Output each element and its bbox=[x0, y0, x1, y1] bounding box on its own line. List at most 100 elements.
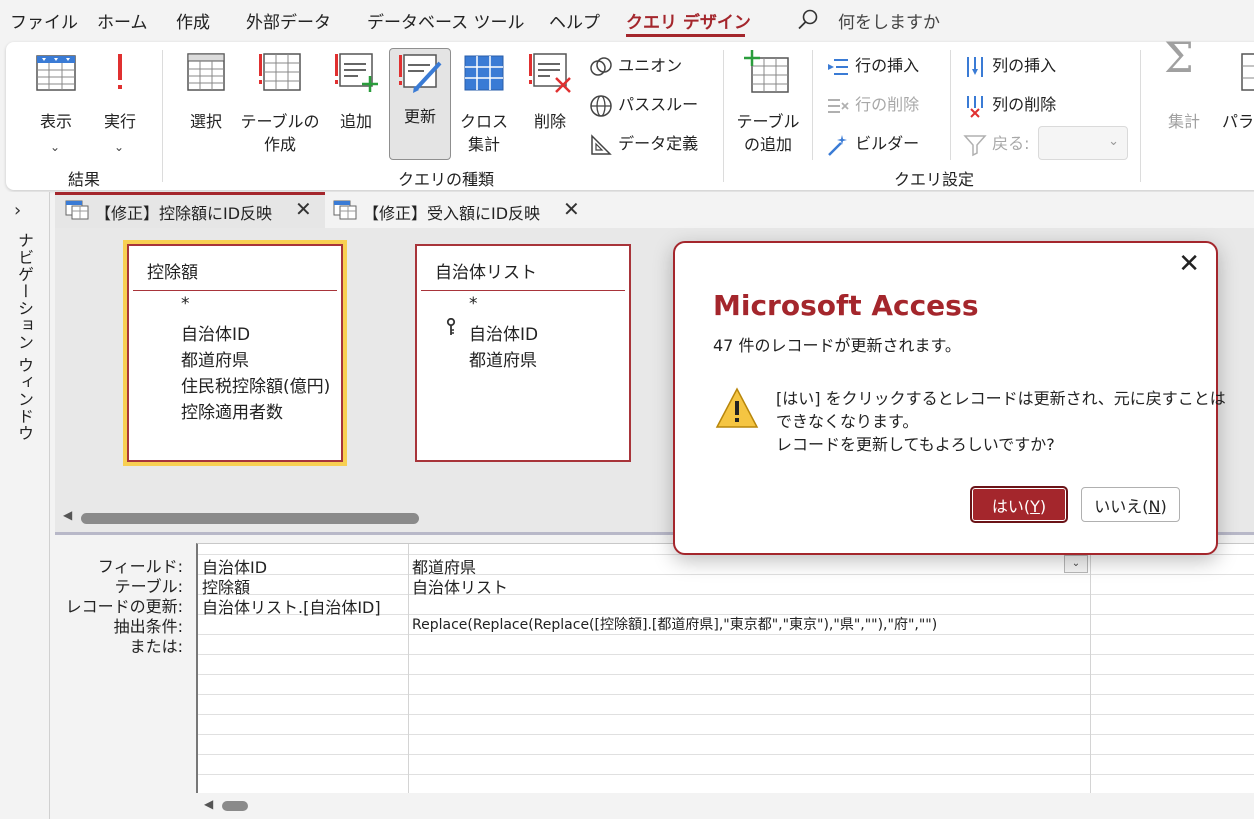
crosstab-button[interactable]: クロス 集計 bbox=[456, 50, 512, 154]
no-access-key: N bbox=[1148, 496, 1161, 516]
dialog-message-line: [はい] をクリックするとレコードは更新され、元に戻すことは bbox=[776, 389, 1226, 408]
sigma-icon: Σ bbox=[1164, 33, 1194, 82]
table-field[interactable]: 都道府県 bbox=[469, 346, 537, 371]
tab-income-query[interactable]: 【修正】受入額にID反映 ✕ bbox=[325, 192, 593, 228]
no-button[interactable]: いいえ(N) bbox=[1081, 487, 1180, 522]
table-field[interactable]: 自治体ID bbox=[181, 320, 250, 345]
row-label-or: または: bbox=[129, 637, 183, 656]
append-label: 追加 bbox=[339, 112, 372, 131]
delete-columns-button[interactable]: 列の削除 bbox=[963, 91, 1056, 118]
insert-columns-label: 列の挿入 bbox=[992, 56, 1057, 75]
crosstab-label-2: 集計 bbox=[467, 135, 500, 154]
table-field[interactable]: * bbox=[469, 294, 478, 314]
grid-cell-criteria[interactable]: Replace(Replace(Replace([控除額].[都道府県],"東京… bbox=[412, 614, 937, 634]
query-type-group-label: クエリの種類 bbox=[398, 170, 495, 189]
grid-line bbox=[198, 694, 1254, 695]
grid-column-divider bbox=[408, 544, 409, 794]
delete-columns-label: 列の削除 bbox=[992, 95, 1057, 114]
view-label: 表示 bbox=[39, 112, 72, 131]
totals-button[interactable]: Σ 集計 bbox=[1158, 37, 1210, 150]
navigation-pane-label[interactable]: ナビゲーション ウィンドウ bbox=[12, 232, 36, 442]
insert-columns-icon bbox=[967, 56, 983, 77]
menu-database-tools[interactable]: データベース ツール bbox=[367, 8, 525, 33]
yes-button-text: はい( bbox=[991, 496, 1031, 516]
search-icon[interactable] bbox=[797, 9, 819, 31]
passthrough-button[interactable]: パススルー bbox=[589, 91, 698, 118]
table-deductions[interactable]: 控除額 * 自治体ID 都道府県 住民税控除額(億円) 控除適用者数 bbox=[127, 244, 343, 462]
group-separator bbox=[950, 50, 951, 160]
insert-rows-label: 行の挿入 bbox=[855, 56, 920, 75]
append-button[interactable]: 追加 bbox=[328, 50, 384, 150]
builder-button[interactable]: ビルダー bbox=[826, 130, 919, 157]
return-label: 戻る: bbox=[992, 134, 1030, 153]
make-table-button[interactable]: テーブルの 作成 bbox=[238, 50, 322, 154]
delete-query-icon bbox=[529, 53, 571, 93]
warning-icon bbox=[715, 387, 759, 428]
add-tables-label-1: テーブル bbox=[736, 112, 800, 131]
delete-rows-label: 行の削除 bbox=[855, 95, 920, 114]
builder-label: ビルダー bbox=[855, 134, 920, 153]
yes-button[interactable]: はい(Y) bbox=[971, 487, 1067, 522]
triangle-ruler-icon bbox=[591, 133, 612, 155]
parameters-icon bbox=[1241, 53, 1254, 91]
table-field[interactable]: 都道府県 bbox=[181, 346, 249, 371]
table-field[interactable]: 控除適用者数 bbox=[181, 398, 283, 423]
table-field[interactable]: 自治体ID bbox=[469, 320, 538, 345]
data-definition-button[interactable]: データ定義 bbox=[589, 130, 698, 157]
menu-query-design[interactable]: クエリ デザイン bbox=[626, 8, 751, 33]
scroll-left-icon[interactable]: ◀ bbox=[63, 508, 72, 522]
yes-button-close-paren: ) bbox=[1039, 496, 1047, 516]
return-label-wrap: 戻る: bbox=[963, 130, 1030, 157]
document-tabs: 【修正】控除額にID反映 ✕ 【修正】受入額にID反映 ✕ bbox=[55, 192, 1254, 228]
menu-create[interactable]: 作成 bbox=[176, 8, 210, 33]
union-button[interactable]: ユニオン bbox=[589, 52, 682, 79]
magic-wand-icon bbox=[828, 134, 847, 156]
group-separator bbox=[723, 50, 724, 182]
update-button[interactable]: 更新 bbox=[389, 48, 451, 160]
chevron-right-icon[interactable]: › bbox=[14, 200, 21, 221]
close-icon[interactable]: ✕ bbox=[295, 197, 312, 221]
insert-columns-button[interactable]: 列の挿入 bbox=[963, 52, 1056, 79]
table-field[interactable]: * bbox=[181, 294, 190, 314]
passthrough-label: パススルー bbox=[618, 95, 699, 114]
dialog-subtitle: 47 件のレコードが更新されます。 bbox=[713, 336, 961, 355]
scrollbar-thumb[interactable] bbox=[222, 801, 248, 811]
delete-rows-icon bbox=[828, 98, 849, 113]
insert-rows-button[interactable]: 行の挿入 bbox=[826, 52, 919, 79]
close-icon[interactable]: ✕ bbox=[563, 197, 580, 221]
exclamation-run-icon bbox=[118, 54, 122, 89]
grid-cell-update-to[interactable]: 自治体リスト.[自治体ID] bbox=[202, 594, 381, 618]
tab-deduction-query[interactable]: 【修正】控除額にID反映 ✕ bbox=[55, 192, 325, 228]
view-button[interactable]: 表示 ⌄ bbox=[28, 50, 84, 154]
update-label: 更新 bbox=[403, 107, 436, 126]
table-field[interactable]: 住民税控除額(億円) bbox=[181, 372, 330, 397]
menu-home[interactable]: ホーム bbox=[97, 8, 148, 33]
query-icon bbox=[65, 200, 89, 220]
primary-key-icon bbox=[446, 318, 456, 335]
scroll-left-icon[interactable]: ◀ bbox=[204, 797, 213, 811]
query-icon bbox=[333, 200, 357, 220]
parameters-button[interactable]: パラメ bbox=[1218, 50, 1254, 150]
delete-query-button[interactable]: 削除 bbox=[522, 50, 578, 150]
results-group-label: 結果 bbox=[68, 170, 101, 189]
grid-horizontal-scrollbar[interactable]: ◀ bbox=[196, 793, 1254, 819]
scrollbar-thumb[interactable] bbox=[81, 513, 419, 524]
tell-me-search[interactable]: 何をしますか bbox=[838, 8, 940, 33]
table-title-divider bbox=[421, 290, 625, 291]
grid-cell-table[interactable]: 自治体リスト bbox=[412, 574, 508, 598]
chevron-down-icon[interactable]: ⌄ bbox=[1064, 555, 1088, 573]
update-query-icon bbox=[399, 54, 442, 93]
close-icon[interactable]: ✕ bbox=[1178, 249, 1200, 279]
table-municipality-list[interactable]: 自治体リスト * 自治体ID 都道府県 bbox=[415, 244, 631, 462]
return-dropdown[interactable]: ⌄ bbox=[1038, 126, 1128, 160]
group-separator bbox=[812, 50, 813, 160]
run-button[interactable]: 実行 ⌄ bbox=[94, 50, 146, 154]
select-query-button[interactable]: 選択 bbox=[180, 50, 232, 150]
menu-file[interactable]: ファイル bbox=[10, 8, 78, 33]
select-label: 選択 bbox=[189, 112, 222, 131]
filter-return-icon bbox=[963, 134, 987, 156]
add-tables-button[interactable]: テーブル の追加 bbox=[732, 50, 804, 154]
menu-help[interactable]: ヘルプ bbox=[549, 8, 600, 33]
delete-rows-button[interactable]: 行の削除 bbox=[826, 91, 919, 118]
menu-external-data[interactable]: 外部データ bbox=[246, 8, 331, 33]
